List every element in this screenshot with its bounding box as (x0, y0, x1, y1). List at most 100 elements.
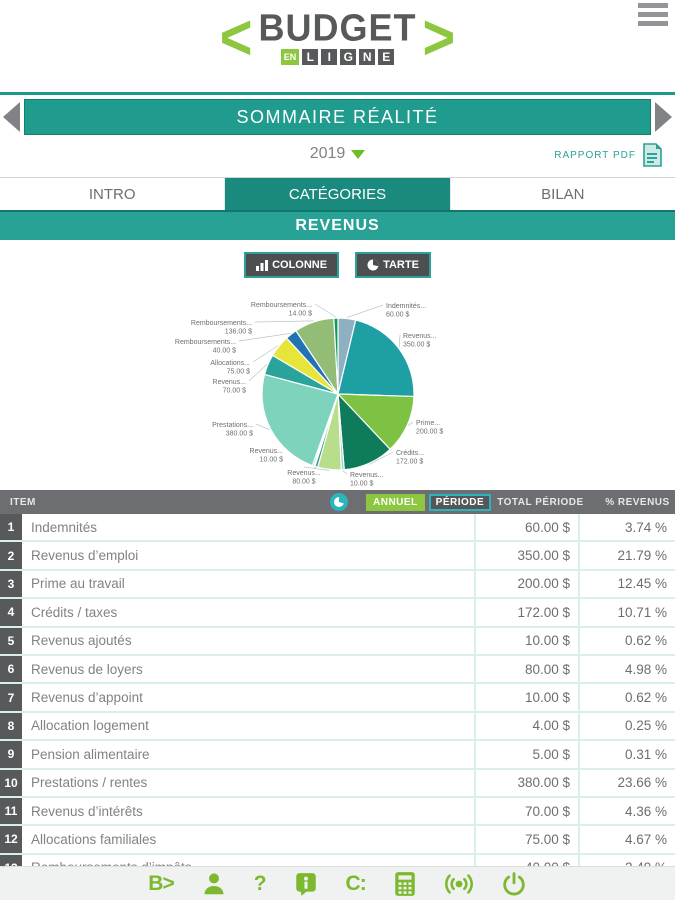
categories-c-icon[interactable]: C: (346, 870, 366, 898)
item-total: 10.00 $ (474, 628, 578, 654)
logo-b-icon[interactable]: B> (148, 870, 173, 898)
pie-label-line (256, 424, 270, 430)
tab-categories[interactable]: CATÉGORIES (225, 178, 450, 210)
tab-intro[interactable]: INTRO (0, 178, 225, 210)
row-number: 10 (0, 770, 22, 796)
item-total: 60.00 $ (474, 514, 578, 540)
pie-label-prime-au-travail: Prime...200.00 $ (416, 420, 443, 436)
pie-label-prestations-rentes: Prestations...380.00 $ (212, 422, 253, 438)
logo-right-chevron-icon: > (423, 0, 456, 77)
item-total: 80.00 $ (474, 656, 578, 682)
item-name: Prime au travail (22, 571, 474, 597)
table-row-revenus-d-interets[interactable]: 11Revenus d’intérêts70.00 $4.36 % (0, 798, 675, 826)
table-row-prestations-rentes[interactable]: 10Prestations / rentes380.00 $23.66 % (0, 770, 675, 798)
item-pct: 23.66 % (578, 770, 675, 796)
item-pct: 3.74 % (578, 514, 675, 540)
item-pct: 0.62 % (578, 628, 675, 654)
table-row-revenus-ajoutes[interactable]: 5Revenus ajoutés10.00 $0.62 % (0, 628, 675, 656)
table-header: ITEM ANNUEL PÉRIODE TOTAL PÉRIODE % REVE… (0, 490, 675, 514)
chart-toggle-icon[interactable] (330, 493, 348, 511)
annuel-toggle[interactable]: ANNUEL (366, 494, 425, 511)
pie-label-revenus-d-emploi: Revenus...350.00 $ (403, 333, 437, 349)
item-total: 10.00 $ (474, 684, 578, 710)
report-pdf-label: RAPPORT PDF (554, 150, 636, 161)
year-row: 2019 RAPPORT PDF (0, 135, 675, 177)
item-name: Indemnités (22, 514, 474, 540)
contact-icon[interactable] (444, 870, 474, 898)
pie-label-line (347, 305, 383, 318)
item-pct: 4.98 % (578, 656, 675, 682)
item-pct: 0.62 % (578, 684, 675, 710)
table-row-credits-taxes[interactable]: 4Crédits / taxes172.00 $10.71 % (0, 599, 675, 627)
menu-icon[interactable] (638, 3, 668, 30)
item-name: Revenus d’intérêts (22, 798, 474, 824)
item-name: Revenus de loyers (22, 656, 474, 682)
item-total: 70.00 $ (474, 798, 578, 824)
pie-label-remboursements: Remboursements...136.00 $ (191, 320, 252, 336)
item-pct: 0.31 % (578, 741, 675, 767)
item-pct: 10.71 % (578, 599, 675, 625)
power-icon[interactable] (501, 870, 527, 898)
table-row-indemnites[interactable]: 1Indemnités60.00 $3.74 % (0, 514, 675, 542)
item-name: Allocation logement (22, 713, 474, 739)
app-window: < BUDGET EN LIGNE > SOMMAIRE RÉALITÉ 201… (0, 0, 675, 900)
calculator-icon[interactable] (393, 870, 417, 898)
table-row-prime-au-travail[interactable]: 3Prime au travail200.00 $12.45 % (0, 571, 675, 599)
table-body: 1Indemnités60.00 $3.74 %2Revenus d’emplo… (0, 514, 675, 883)
table-row-allocations-familiales[interactable]: 12Allocations familiales75.00 $4.67 % (0, 826, 675, 854)
row-number: 6 (0, 656, 22, 682)
item-name: Revenus d’appoint (22, 684, 474, 710)
bar-chart-icon (256, 260, 268, 271)
table-row-revenus-d-appoint[interactable]: 7Revenus d’appoint10.00 $0.62 % (0, 684, 675, 712)
item-name: Pension alimentaire (22, 741, 474, 767)
item-name: Crédits / taxes (22, 599, 474, 625)
pie-label-line (255, 321, 314, 322)
row-number: 8 (0, 713, 22, 739)
item-pct: 0.25 % (578, 713, 675, 739)
table-row-allocation-logement[interactable]: 8Allocation logement4.00 $0.25 % (0, 713, 675, 741)
prev-arrow-icon[interactable] (3, 102, 20, 132)
pie-label-line (399, 335, 400, 347)
row-number: 5 (0, 628, 22, 654)
table-row-revenus-d-emploi[interactable]: 2Revenus d’emploi350.00 $21.79 % (0, 542, 675, 570)
item-name: Revenus d’emploi (22, 542, 474, 568)
pie-label-line (315, 304, 336, 317)
help-icon[interactable]: ? (254, 870, 266, 898)
bottom-toolbar: B>? C: (0, 866, 675, 900)
user-icon[interactable] (201, 870, 227, 898)
row-number: 1 (0, 514, 22, 540)
next-arrow-icon[interactable] (655, 102, 672, 132)
pie-chart-icon (367, 259, 379, 271)
item-total: 200.00 $ (474, 571, 578, 597)
colonne-button[interactable]: COLONNE (244, 252, 339, 278)
item-total: 172.00 $ (474, 599, 578, 625)
chart-type-buttons: COLONNE TARTE (0, 252, 675, 278)
item-total: 5.00 $ (474, 741, 578, 767)
item-name: Revenus ajoutés (22, 628, 474, 654)
pie-label-credits-taxes: Crédits...172.00 $ (396, 450, 424, 466)
tarte-button[interactable]: TARTE (355, 252, 431, 278)
info-icon[interactable] (293, 870, 319, 898)
pie-label-indemnites: Indemnités...60.00 $ (386, 303, 426, 319)
pie-label-remboursements: Remboursements...14.00 $ (251, 302, 312, 318)
pie-label-revenus-d-interets: Revenus...70.00 $ (213, 379, 247, 395)
periode-toggle[interactable]: PÉRIODE (429, 494, 492, 511)
item-pct: 21.79 % (578, 542, 675, 568)
logo-title: BUDGET (259, 9, 417, 47)
item-pct: 4.36 % (578, 798, 675, 824)
logo-left-chevron-icon: < (220, 0, 253, 77)
revenue-pie-chart: Indemnités...60.00 $ Revenus...350.00 $ Pr… (0, 278, 675, 490)
chart-button-label: TARTE (383, 259, 419, 271)
table-row-revenus-de-loyers[interactable]: 6Revenus de loyers80.00 $4.98 % (0, 656, 675, 684)
table-row-pension-alimentaire[interactable]: 9Pension alimentaire5.00 $0.31 % (0, 741, 675, 769)
item-name: Allocations familiales (22, 826, 474, 852)
report-pdf-button[interactable]: RAPPORT PDF (554, 143, 663, 168)
tab-bilan[interactable]: BILAN (451, 178, 675, 210)
row-number: 2 (0, 542, 22, 568)
pie-label-revenus-d-appoint: Revenus...10.00 $ (250, 448, 284, 464)
item-total: 350.00 $ (474, 542, 578, 568)
pie-label-revenus-de-loyers: Revenus...80.00 $ (287, 470, 321, 486)
app-header: < BUDGET EN LIGNE > (0, 0, 675, 92)
pie-label-allocations-familiales: Allocations...75.00 $ (210, 360, 250, 376)
pie-label-revenus-ajoutes: Revenus...10.00 $ (350, 472, 384, 488)
